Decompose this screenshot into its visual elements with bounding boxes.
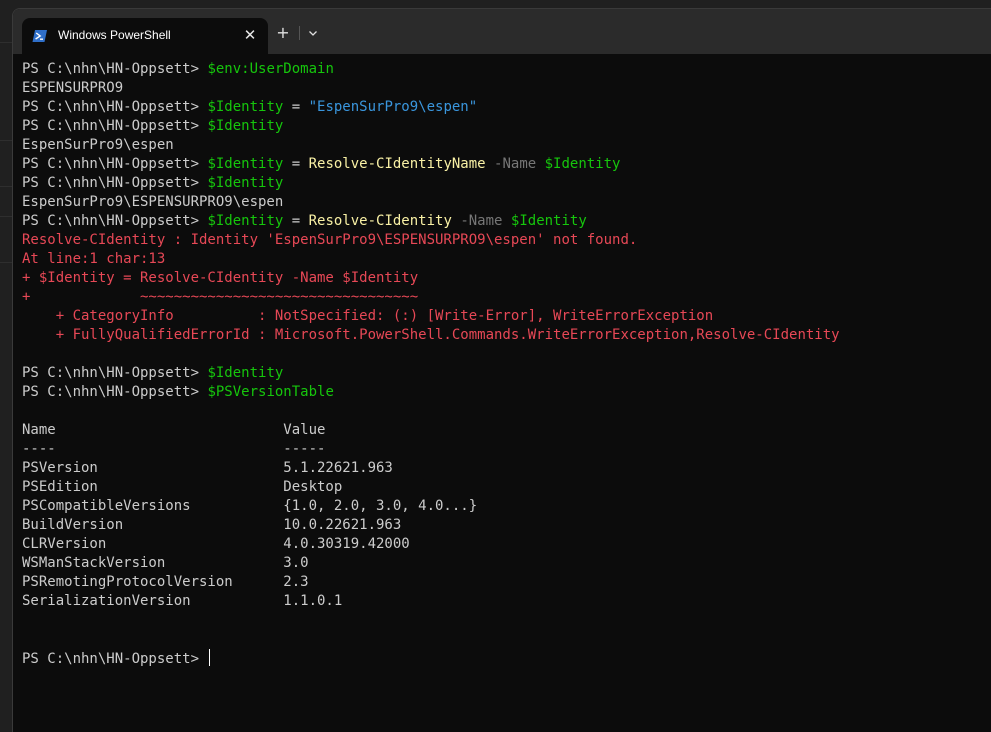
tab-powershell[interactable]: Windows PowerShell ✕ <box>22 18 268 54</box>
new-tab-button[interactable]: + <box>271 22 295 44</box>
terminal-line-out: PSEdition Desktop <box>22 478 982 497</box>
terminal-text: + FullyQualifiedErrorId : Microsoft.Powe… <box>22 327 840 343</box>
terminal-text: Resolve-CIdentity <box>308 213 452 229</box>
terminal-text: "EspenSurPro9\espen" <box>308 99 478 115</box>
terminal-text: PS C:\nhn\HN-Oppsett> <box>22 118 208 134</box>
terminal-line-out: PSRemotingProtocolVersion 2.3 <box>22 573 982 592</box>
terminal-line-out: ESPENSURPRO9 <box>22 79 982 98</box>
terminal-text: ---- ----- <box>22 441 326 457</box>
terminal-text: At line:1 char:13 <box>22 251 166 267</box>
terminal-line-err: + ~~~~~~~~~~~~~~~~~~~~~~~~~~~~~~~~~ <box>22 288 982 307</box>
terminal-text: $Identity <box>207 213 284 229</box>
terminal-text: = <box>283 99 309 115</box>
terminal-text: PSCompatibleVersions {1.0, 2.0, 3.0, 4.0… <box>22 498 478 514</box>
tab-separator <box>299 26 300 40</box>
terminal-line-out: EspenSurPro9\espen <box>22 136 982 155</box>
background-divider <box>0 262 12 263</box>
terminal-text: SerializationVersion 1.1.0.1 <box>22 593 343 609</box>
terminal-text: $Identity <box>207 175 284 191</box>
terminal-text: $Identity <box>510 213 587 229</box>
background-divider <box>0 42 12 43</box>
terminal-text: = <box>283 213 309 229</box>
terminal-line-cmd: PS C:\nhn\HN-Oppsett> $Identity <box>22 174 982 193</box>
terminal-text: + $Identity = Resolve-CIdentity -Name $I… <box>22 270 419 286</box>
terminal-line-out: PSCompatibleVersions {1.0, 2.0, 3.0, 4.0… <box>22 497 982 516</box>
terminal-line-err: At line:1 char:13 <box>22 250 982 269</box>
terminal-text: $Identity <box>207 156 284 172</box>
terminal-line-out: CLRVersion 4.0.30319.42000 <box>22 535 982 554</box>
terminal-line-cmd: PS C:\nhn\HN-Oppsett> $Identity <box>22 117 982 136</box>
tab-title: Windows PowerShell <box>58 28 171 42</box>
terminal-text: PS C:\nhn\HN-Oppsett> <box>22 175 208 191</box>
terminal-line-err: + CategoryInfo : NotSpecified: (:) [Writ… <box>22 307 982 326</box>
terminal-text: ESPENSURPRO9 <box>22 80 124 96</box>
terminal-text: PSVersion 5.1.22621.963 <box>22 460 393 476</box>
terminal-text: -Name <box>451 213 511 229</box>
terminal-line-cmd: PS C:\nhn\HN-Oppsett> $Identity = "Espen… <box>22 98 982 117</box>
terminal-line-prompt: PS C:\nhn\HN-Oppsett> <box>22 649 982 668</box>
terminal-line-out: BuildVersion 10.0.22621.963 <box>22 516 982 535</box>
terminal-text: Resolve-CIdentityName <box>308 156 486 172</box>
terminal-text: + CategoryInfo : NotSpecified: (:) [Writ… <box>22 308 714 324</box>
terminal-output[interactable]: PS C:\nhn\HN-Oppsett> $env:UserDomain ESP… <box>22 60 982 725</box>
terminal-text: PS C:\nhn\HN-Oppsett> <box>22 213 208 229</box>
powershell-icon <box>32 30 47 42</box>
terminal-text: PS C:\nhn\HN-Oppsett> <box>22 365 208 381</box>
terminal-window: Windows PowerShell ✕ + PS C:\nhn\HN-Opps… <box>12 8 991 732</box>
terminal-text: Resolve-CIdentity : Identity 'EspenSurPr… <box>22 232 638 248</box>
terminal-line-out: EspenSurPro9\ESPENSURPRO9\espen <box>22 193 982 212</box>
terminal-text: EspenSurPro9\espen <box>22 137 174 153</box>
terminal-text: -Name <box>485 156 545 172</box>
terminal-line-out: SerializationVersion 1.1.0.1 <box>22 592 982 611</box>
terminal-line-out: WSManStackVersion 3.0 <box>22 554 982 573</box>
terminal-text: PSEdition Desktop <box>22 479 343 495</box>
terminal-line-cmd: PS C:\nhn\HN-Oppsett> $Identity = Resolv… <box>22 155 982 174</box>
tab-bar: Windows PowerShell ✕ + <box>13 9 991 54</box>
terminal-text: $env:UserDomain <box>207 61 334 77</box>
terminal-text: PSRemotingProtocolVersion 2.3 <box>22 574 309 590</box>
terminal-text: $Identity <box>544 156 621 172</box>
terminal-line-cmd: PS C:\nhn\HN-Oppsett> $Identity = Resolv… <box>22 212 982 231</box>
terminal-text: PS C:\nhn\HN-Oppsett> <box>22 156 208 172</box>
terminal-text: CLRVersion 4.0.30319.42000 <box>22 536 410 552</box>
terminal-line-cmd: PS C:\nhn\HN-Oppsett> $PSVersionTable <box>22 383 982 402</box>
terminal-line-err: + $Identity = Resolve-CIdentity -Name $I… <box>22 269 982 288</box>
terminal-text: EspenSurPro9\ESPENSURPRO9\espen <box>22 194 284 210</box>
terminal-text: Name Value <box>22 422 326 438</box>
terminal-text: BuildVersion 10.0.22621.963 <box>22 517 402 533</box>
terminal-text: PS C:\nhn\HN-Oppsett> <box>22 384 208 400</box>
terminal-line-out: ---- ----- <box>22 440 982 459</box>
terminal-text: PS C:\nhn\HN-Oppsett> <box>22 61 208 77</box>
background-divider <box>0 216 12 217</box>
terminal-line-out: PSVersion 5.1.22621.963 <box>22 459 982 478</box>
terminal-line-out: Name Value <box>22 421 982 440</box>
terminal-text: + ~~~~~~~~~~~~~~~~~~~~~~~~~~~~~~~~~ <box>22 289 419 305</box>
terminal-text: WSManStackVersion 3.0 <box>22 555 309 571</box>
terminal-text: $Identity <box>207 118 284 134</box>
terminal-text: $PSVersionTable <box>207 384 334 400</box>
close-icon[interactable]: ✕ <box>240 25 260 45</box>
background-divider <box>0 186 12 187</box>
terminal-line-cmd: PS C:\nhn\HN-Oppsett> $Identity <box>22 364 982 383</box>
terminal-text: $Identity <box>207 99 284 115</box>
terminal-text: PS C:\nhn\HN-Oppsett> <box>22 651 208 667</box>
terminal-line-cmd: PS C:\nhn\HN-Oppsett> $env:UserDomain <box>22 60 982 79</box>
terminal-line-err: + FullyQualifiedErrorId : Microsoft.Powe… <box>22 326 982 345</box>
terminal-line-err: Resolve-CIdentity : Identity 'EspenSurPr… <box>22 231 982 250</box>
background-divider <box>0 140 12 141</box>
terminal-text: $Identity <box>207 365 284 381</box>
chevron-down-icon[interactable] <box>302 22 324 44</box>
text-cursor <box>209 649 211 666</box>
terminal-text: = <box>283 156 309 172</box>
terminal-text: PS C:\nhn\HN-Oppsett> <box>22 99 208 115</box>
